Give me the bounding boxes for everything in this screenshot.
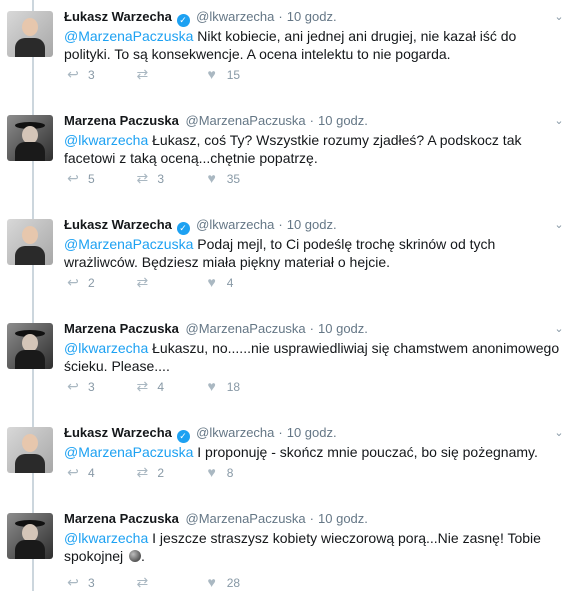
- author-handle[interactable]: @lkwarzecha: [196, 425, 274, 440]
- tweet-text: @lkwarzecha Łukasz, coś Ty? Wszystkie ro…: [64, 132, 522, 166]
- tweet-header: Marzena Paczuska @MarzenaPaczuska · 10 god…: [64, 511, 368, 526]
- mention-link[interactable]: @lkwarzecha: [64, 530, 148, 546]
- mention-link[interactable]: @lkwarzecha: [64, 132, 148, 148]
- like-button[interactable]: ♥ 4: [203, 274, 269, 290]
- retweet-button[interactable]: ⇄: [133, 574, 199, 591]
- tweet-header: Marzena Paczuska @MarzenaPaczuska · 10 god…: [64, 321, 368, 336]
- author-handle[interactable]: @lkwarzecha: [196, 9, 274, 24]
- tweet-item[interactable]: Łukasz Warzecha ✓ @lkwarzecha · 10 godz. ⌄…: [0, 0, 578, 104]
- retweet-icon: ⇄: [136, 378, 149, 394]
- reply-button[interactable]: ↩ 2: [64, 274, 130, 291]
- avatar[interactable]: [7, 323, 53, 369]
- author-handle[interactable]: @MarzenaPaczuska: [186, 113, 306, 128]
- tweet-header: Łukasz Warzecha ✓ @lkwarzecha · 10 godz.: [64, 425, 337, 443]
- verified-icon: ✓: [176, 14, 190, 27]
- tweet-header: Łukasz Warzecha ✓ @lkwarzecha · 10 godz.: [64, 217, 337, 235]
- chevron-down-icon[interactable]: ⌄: [552, 322, 566, 336]
- author-handle[interactable]: @MarzenaPaczuska: [186, 321, 306, 336]
- moon-emoji-icon: [129, 550, 142, 562]
- author-name[interactable]: Łukasz Warzecha: [64, 217, 172, 232]
- mention-link[interactable]: @MarzenaPaczuska: [64, 444, 193, 460]
- tweet-header: Marzena Paczuska @MarzenaPaczuska · 10 god…: [64, 113, 368, 128]
- reply-icon: ↩: [67, 378, 79, 394]
- tweet-item[interactable]: Marzena Paczuska @MarzenaPaczuska · 10 god…: [0, 502, 578, 606]
- tweet-actions: ↩ 2 ⇄ ♥ 4: [64, 274, 269, 294]
- like-button[interactable]: ♥ 15: [203, 66, 269, 82]
- retweet-button[interactable]: ⇄: [133, 274, 199, 291]
- avatar[interactable]: [7, 219, 53, 265]
- tweet-actions: ↩ 3 ⇄ ♥ 15: [64, 66, 269, 86]
- chevron-down-icon[interactable]: ⌄: [552, 426, 566, 440]
- retweet-icon: ⇄: [136, 464, 149, 480]
- heart-icon: ♥: [207, 574, 216, 590]
- like-button[interactable]: ♥ 35: [203, 170, 269, 186]
- tweet-time[interactable]: 10 godz.: [287, 425, 337, 440]
- tweet-actions: ↩ 5 ⇄ 3 ♥ 35: [64, 170, 269, 190]
- tweet-text: @MarzenaPaczuska I proponuję - skończ mn…: [64, 444, 538, 460]
- author-handle[interactable]: @lkwarzecha: [196, 217, 274, 232]
- tweet-text: @lkwarzecha Łukaszu, no......nie usprawi…: [64, 340, 560, 374]
- reply-icon: ↩: [67, 170, 79, 186]
- like-button[interactable]: ♥ 18: [203, 378, 269, 394]
- reply-button[interactable]: ↩ 5: [64, 170, 130, 187]
- mention-link[interactable]: @lkwarzecha: [64, 340, 148, 356]
- reply-button[interactable]: ↩ 4: [64, 464, 130, 481]
- tweet-actions: ↩ 3 ⇄ ♥ 28: [64, 574, 269, 594]
- reply-icon: ↩: [67, 274, 79, 290]
- reply-icon: ↩: [67, 66, 79, 82]
- author-name[interactable]: Marzena Paczuska: [64, 321, 179, 336]
- author-name[interactable]: Marzena Paczuska: [64, 113, 179, 128]
- tweet-actions: ↩ 3 ⇄ 4 ♥ 18: [64, 378, 269, 398]
- tweet-time[interactable]: 10 godz.: [318, 321, 368, 336]
- tweet-item[interactable]: Marzena Paczuska @MarzenaPaczuska · 10 god…: [0, 312, 578, 416]
- reply-icon: ↩: [67, 574, 79, 590]
- heart-icon: ♥: [207, 464, 216, 480]
- retweet-icon: ⇄: [136, 66, 149, 82]
- chevron-down-icon[interactable]: ⌄: [552, 218, 566, 232]
- chevron-down-icon[interactable]: ⌄: [552, 114, 566, 128]
- avatar[interactable]: [7, 11, 53, 57]
- reply-icon: ↩: [67, 464, 79, 480]
- tweet-text: @MarzenaPaczuska Nikt kobiecie, ani jedn…: [64, 28, 517, 62]
- heart-icon: ♥: [207, 66, 216, 82]
- retweet-button[interactable]: ⇄: [133, 66, 199, 83]
- avatar[interactable]: [7, 427, 53, 473]
- reply-button[interactable]: ↩ 3: [64, 378, 130, 395]
- tweet-time[interactable]: 10 godz.: [318, 113, 368, 128]
- reply-button[interactable]: ↩ 3: [64, 574, 130, 591]
- author-handle[interactable]: @MarzenaPaczuska: [186, 511, 306, 526]
- verified-icon: ✓: [176, 430, 190, 443]
- retweet-button[interactable]: ⇄ 2: [133, 464, 199, 481]
- heart-icon: ♥: [207, 274, 216, 290]
- tweet-time[interactable]: 10 godz.: [318, 511, 368, 526]
- author-name[interactable]: Łukasz Warzecha: [64, 9, 172, 24]
- tweet-time[interactable]: 10 godz.: [287, 217, 337, 232]
- like-button[interactable]: ♥ 28: [203, 574, 269, 590]
- tweet-header: Łukasz Warzecha ✓ @lkwarzecha · 10 godz.: [64, 9, 337, 27]
- author-name[interactable]: Łukasz Warzecha: [64, 425, 172, 440]
- tweet-text: @lkwarzecha I jeszcze straszysz kobiety …: [64, 530, 541, 564]
- avatar[interactable]: [7, 513, 53, 559]
- author-name[interactable]: Marzena Paczuska: [64, 511, 179, 526]
- heart-icon: ♥: [207, 378, 216, 394]
- mention-link[interactable]: @MarzenaPaczuska: [64, 236, 193, 252]
- reply-button[interactable]: ↩ 3: [64, 66, 130, 83]
- retweet-icon: ⇄: [136, 274, 149, 290]
- avatar[interactable]: [7, 115, 53, 161]
- mention-link[interactable]: @MarzenaPaczuska: [64, 28, 193, 44]
- verified-icon: ✓: [176, 222, 190, 235]
- tweet-item[interactable]: Łukasz Warzecha ✓ @lkwarzecha · 10 godz. ⌄…: [0, 208, 578, 312]
- retweet-icon: ⇄: [136, 170, 149, 186]
- chevron-down-icon[interactable]: ⌄: [552, 10, 566, 24]
- heart-icon: ♥: [207, 170, 216, 186]
- tweet-text: @MarzenaPaczuska Podaj mejl, to Ci podeś…: [64, 236, 496, 270]
- tweet-time[interactable]: 10 godz.: [287, 9, 337, 24]
- like-button[interactable]: ♥ 8: [203, 464, 269, 480]
- tweet-item[interactable]: Marzena Paczuska @MarzenaPaczuska · 10 god…: [0, 104, 578, 208]
- retweet-button[interactable]: ⇄ 3: [133, 170, 199, 187]
- tweet-actions: ↩ 4 ⇄ 2 ♥ 8: [64, 464, 269, 484]
- retweet-icon: ⇄: [136, 574, 149, 590]
- retweet-button[interactable]: ⇄ 4: [133, 378, 199, 395]
